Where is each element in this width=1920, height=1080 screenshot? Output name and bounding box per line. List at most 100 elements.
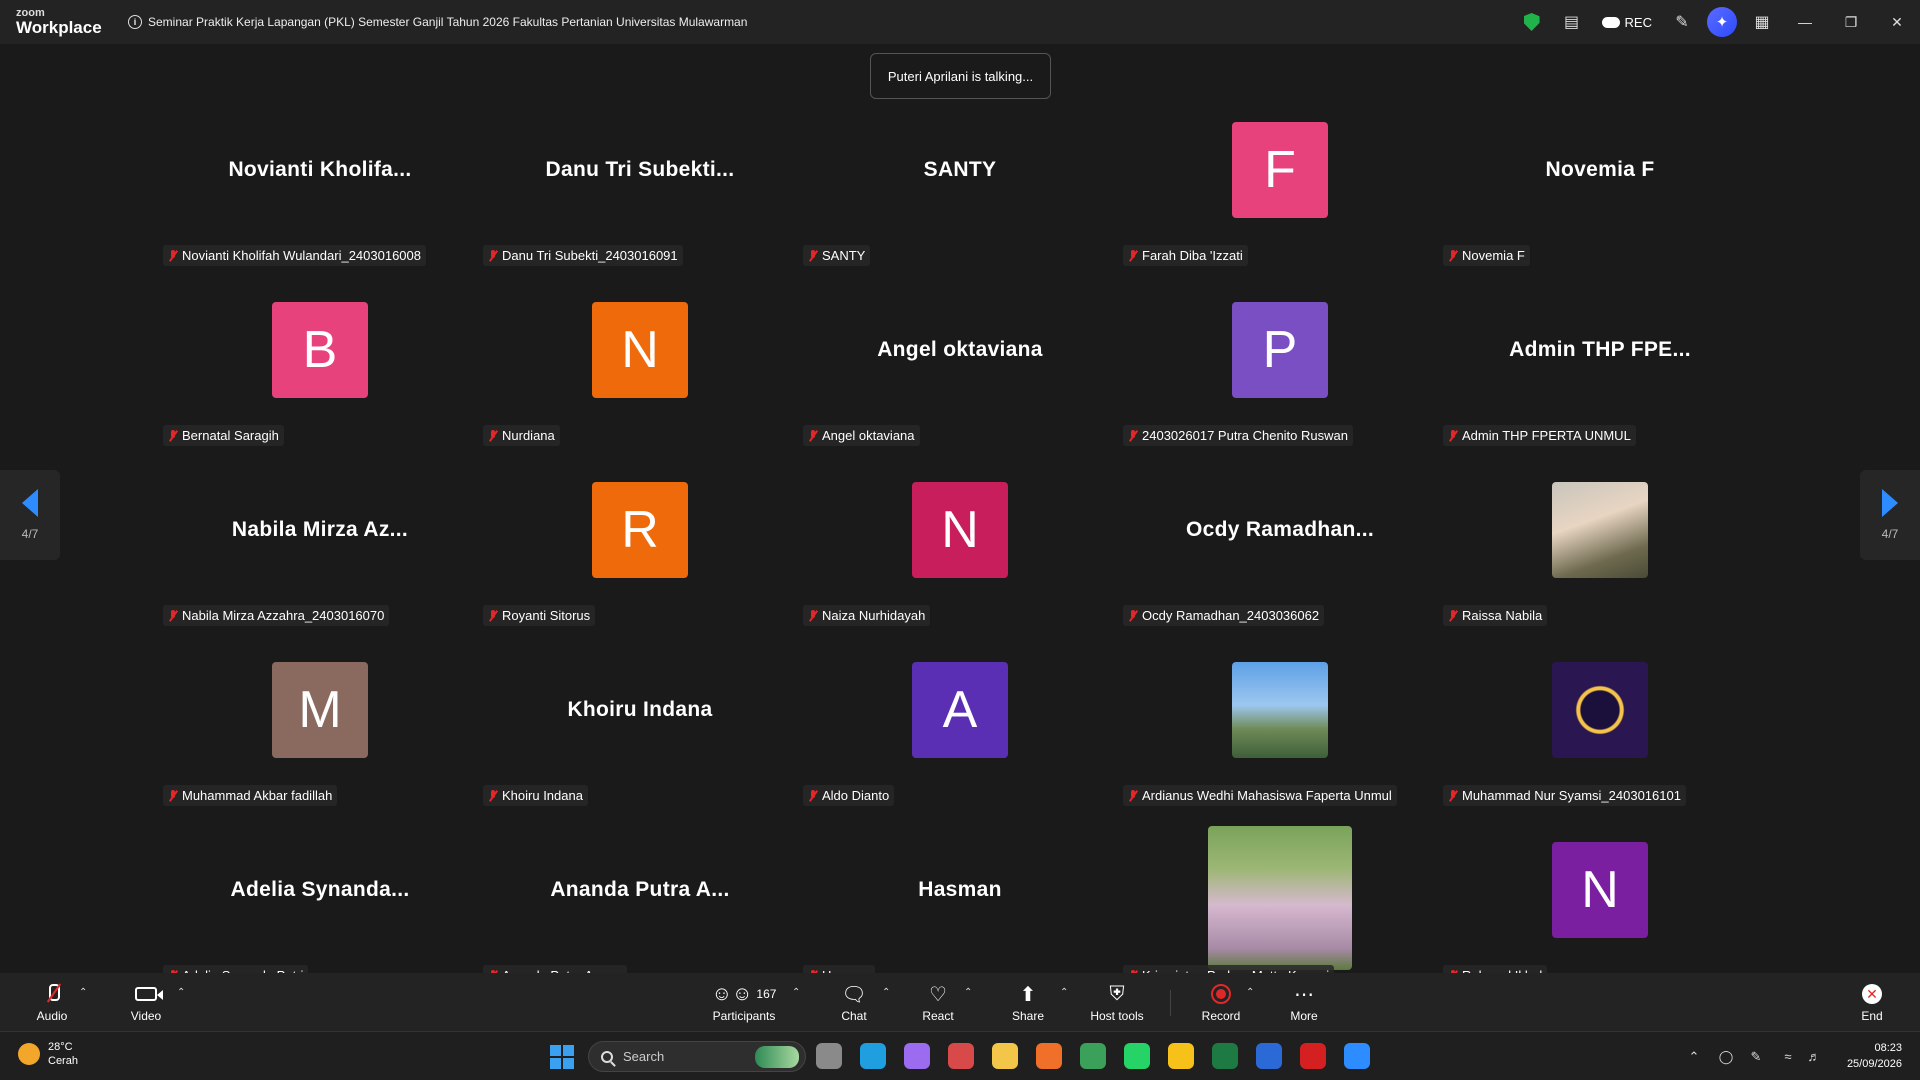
participants-icon: ☺☺ [711, 982, 753, 1005]
chrome-icon[interactable] [1080, 1043, 1106, 1069]
participant-tile[interactable]: Novianti Kholifa... Novianti Kholifah Wul… [160, 90, 480, 270]
pen-tray-icon[interactable]: ✎ [1744, 1032, 1768, 1080]
participant-tile[interactable]: Muhammad Nur Syamsi_2403016101 [1440, 630, 1760, 810]
participant-avatar: A [912, 662, 1008, 758]
acrobat-icon[interactable] [1300, 1043, 1326, 1069]
video-button[interactable]: Video [124, 973, 168, 1031]
participant-tile[interactable]: P 2403026017 Putra Chenito Ruswan [1120, 270, 1440, 450]
zoom-icon[interactable] [1344, 1043, 1370, 1069]
app-icon[interactable] [948, 1043, 974, 1069]
ai-companion-button[interactable]: ✦ [1702, 0, 1742, 44]
muted-microphone-icon [1128, 249, 1138, 262]
gallery-view: Novianti Kholifa... Novianti Kholifah Wul… [160, 90, 1760, 986]
participant-video-area: B [160, 270, 480, 430]
participants-options-chevron-icon[interactable]: ⌃ [792, 987, 800, 998]
participant-tile[interactable]: Ocdy Ramadhan... Ocdy Ramadhan_2403036062 [1120, 450, 1440, 630]
participant-name-label: Bernatal Saragih [163, 425, 284, 446]
apps-grid-icon[interactable]: ▦ [1742, 0, 1782, 44]
app-yellow-icon[interactable] [1168, 1043, 1194, 1069]
zoom-window: zoom Workplace i Seminar Praktik Kerja L… [0, 0, 1920, 1080]
react-options-chevron-icon[interactable]: ⌃ [964, 987, 972, 998]
cloud-recording-indicator[interactable]: REC [1592, 15, 1662, 30]
react-button[interactable]: ♡ React [918, 973, 958, 1031]
participant-tile[interactable]: Danu Tri Subekti... Danu Tri Subekti_2403… [480, 90, 800, 270]
network-off-icon[interactable]: ◯ [1714, 1032, 1738, 1080]
muted-microphone-icon [1448, 609, 1458, 622]
meeting-toolbar: Audio ⌃ Video ⌃ ☺☺ 167 Participants ⌃ 🗨 C… [0, 973, 1920, 1031]
chat-options-chevron-icon[interactable]: ⌃ [882, 987, 890, 998]
participant-tile[interactable]: N Naiza Nurhidayah [800, 450, 1120, 630]
participants-button[interactable]: ☺☺ 167 Participants [708, 973, 780, 1031]
end-meeting-button[interactable]: ✕ End [1852, 973, 1892, 1031]
participant-tile[interactable]: B Bernatal Saragih [160, 270, 480, 450]
participant-tile[interactable]: Ardianus Wedhi Mahasiswa Faperta Unmul [1120, 630, 1440, 810]
weather-widget[interactable]: 28°C Cerah [18, 1040, 78, 1069]
restore-icon[interactable]: ❐ [1828, 0, 1874, 44]
participant-name-label: Ocdy Ramadhan_2403036062 [1123, 605, 1325, 626]
participant-tile[interactable]: NRahmad Ikbal [1440, 810, 1760, 990]
more-button[interactable]: ⋯ More [1284, 973, 1324, 1031]
windows-start-icon[interactable] [550, 1045, 574, 1069]
audio-options-chevron-icon[interactable]: ⌃ [79, 987, 87, 998]
shield-icon[interactable] [1512, 0, 1552, 44]
participant-tile[interactable]: A Aldo Dianto [800, 630, 1120, 810]
participant-tile[interactable]: Admin THP FPE... Admin THP FPERTA UNMUL [1440, 270, 1760, 450]
share-button[interactable]: ⬆ Share [1008, 973, 1048, 1031]
system-clock[interactable]: 08:23 25/09/2026 [1847, 1041, 1902, 1073]
task-view-icon[interactable] [816, 1043, 842, 1069]
close-icon[interactable]: ✕ [1874, 0, 1920, 44]
end-label: End [1861, 1009, 1883, 1023]
participant-video-area [1440, 450, 1760, 610]
sun-icon [18, 1043, 40, 1066]
participant-tile[interactable]: M Muhammad Akbar fadillah [160, 630, 480, 810]
participant-tile[interactable]: F Farah Diba 'Izzati [1120, 90, 1440, 270]
cloud-icon [1601, 16, 1620, 28]
next-page-button[interactable]: 4/7 [1860, 470, 1920, 560]
participant-name: 2403026017 Putra Chenito Ruswan [1142, 428, 1348, 443]
participant-tile[interactable]: Raissa Nabila [1440, 450, 1760, 630]
chat-button[interactable]: 🗨 Chat [834, 973, 874, 1031]
show-hidden-icons-chevron-icon[interactable]: ⌃ [1684, 1032, 1704, 1080]
excel-icon[interactable] [1212, 1043, 1238, 1069]
participant-tile[interactable]: Novemia F Novemia F [1440, 90, 1760, 270]
page-indicator-right: 4/7 [1881, 527, 1899, 541]
participant-tile[interactable]: HasmanHasman [800, 810, 1120, 990]
participant-tile[interactable]: Nabila Mirza Az... Nabila Mirza Azzahra_2… [160, 450, 480, 630]
participant-tile[interactable]: SANTY SANTY [800, 90, 1120, 270]
video-options-chevron-icon[interactable]: ⌃ [177, 987, 185, 998]
participant-video-area: Admin THP FPE... [1440, 270, 1760, 430]
participant-tile[interactable]: Khoiru Indana Khoiru Indana [480, 630, 800, 810]
info-icon[interactable]: i [128, 15, 142, 29]
word-icon[interactable] [1256, 1043, 1282, 1069]
host-tools-button[interactable]: ⛨ Host tools [1086, 973, 1148, 1031]
participant-tile[interactable]: N Nurdiana [480, 270, 800, 450]
participant-tile[interactable]: Ananda Putra A...Ananda Putra Agung [480, 810, 800, 990]
record-button[interactable]: Record [1200, 973, 1242, 1031]
record-options-chevron-icon[interactable]: ⌃ [1246, 987, 1254, 998]
meeting-info[interactable]: i Seminar Praktik Kerja Lapangan (PKL) S… [128, 15, 747, 29]
edge-icon[interactable] [860, 1043, 886, 1069]
minimize-icon[interactable]: — [1782, 0, 1828, 44]
video-camera-icon [135, 987, 163, 1001]
participant-video-area: Novianti Kholifa... [160, 90, 480, 250]
search-highlight-image [755, 1046, 799, 1068]
participant-tile[interactable]: Adelia Synanda...Adelia Synanda Putri [160, 810, 480, 990]
taskbar-search[interactable]: Search [588, 1041, 806, 1072]
participant-tile[interactable]: R Royanti Sitorus [480, 450, 800, 630]
wifi-icon[interactable]: ≈ [1776, 1032, 1800, 1080]
pen-icon[interactable]: ✎ [1662, 0, 1702, 44]
notes-icon[interactable]: ▤ [1552, 0, 1592, 44]
participant-tile[interactable]: Krismiatun Padma Metta Komari [1120, 810, 1440, 990]
participant-avatar: N [592, 302, 688, 398]
file-explorer-icon[interactable] [992, 1043, 1018, 1069]
whatsapp-icon[interactable] [1124, 1043, 1150, 1069]
previous-page-button[interactable]: 4/7 [0, 470, 60, 560]
participant-name: Naiza Nurhidayah [822, 608, 926, 623]
share-options-chevron-icon[interactable]: ⌃ [1060, 987, 1068, 998]
participant-tile[interactable]: Angel oktaviana Angel oktaviana [800, 270, 1120, 450]
copilot-icon[interactable] [904, 1043, 930, 1069]
audio-button[interactable]: Audio [30, 973, 74, 1031]
volume-icon[interactable]: ♬ [1802, 1032, 1826, 1080]
participant-video-area: M [160, 630, 480, 790]
firefox-icon[interactable] [1036, 1043, 1062, 1069]
